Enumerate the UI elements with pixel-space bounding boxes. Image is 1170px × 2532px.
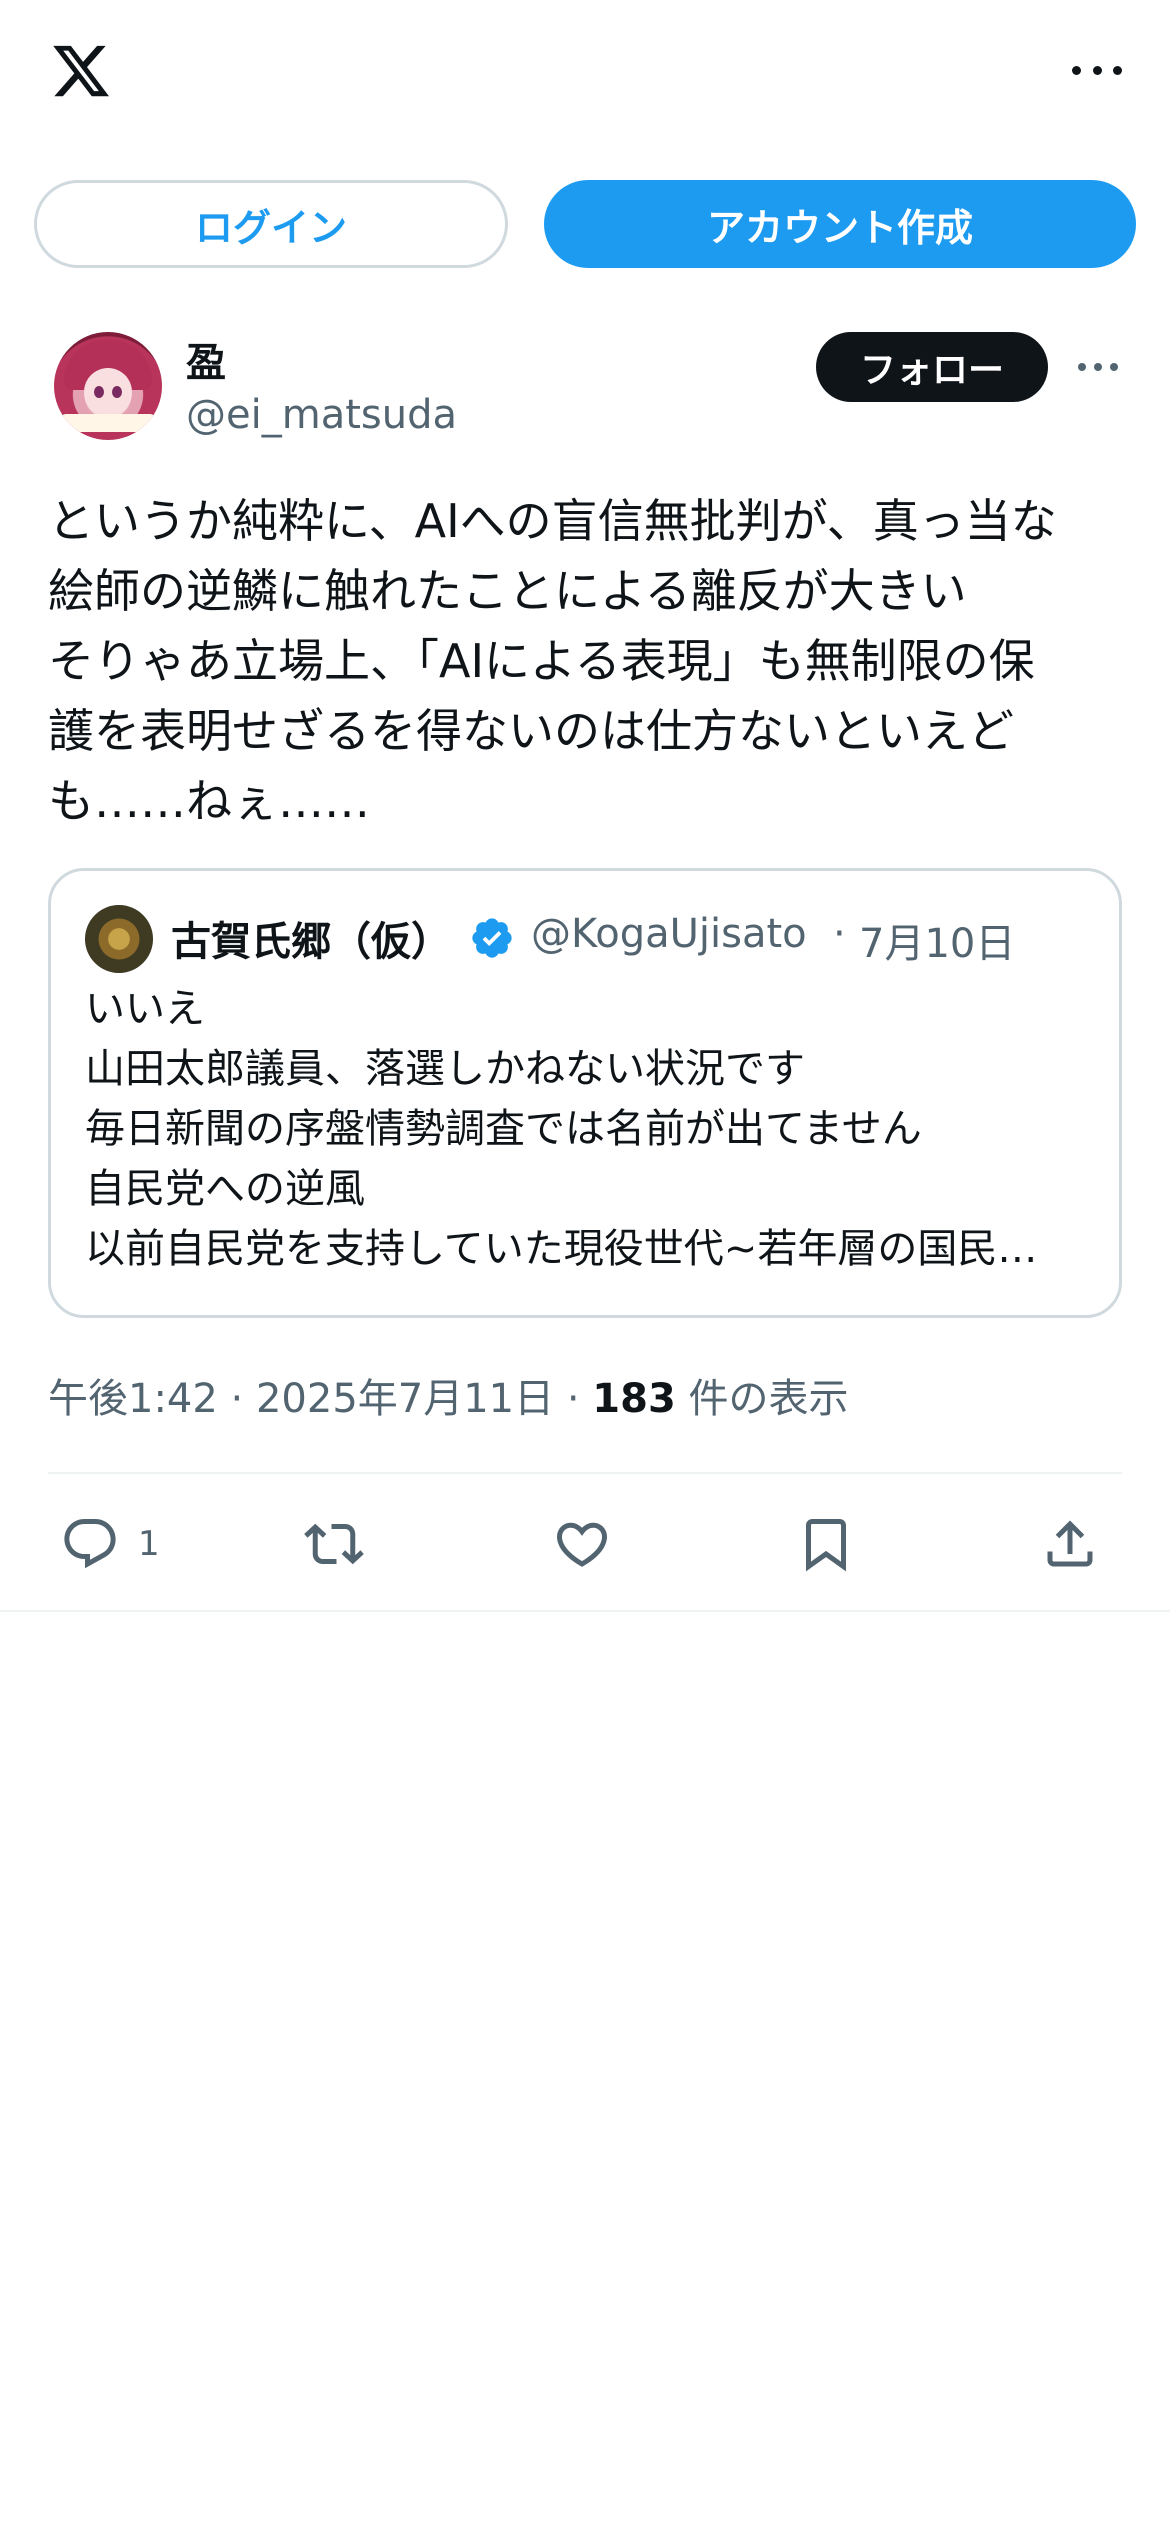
reply-count: 1: [138, 1524, 160, 1564]
share-button[interactable]: [1040, 1510, 1100, 1578]
reply-button[interactable]: 1: [60, 1510, 160, 1578]
retweet-button[interactable]: [304, 1510, 364, 1578]
like-icon: [556, 1522, 608, 1567]
view-count: 183: [592, 1376, 676, 1422]
post-time[interactable]: 午後1:42: [48, 1376, 218, 1422]
x-logo-icon[interactable]: [48, 40, 114, 102]
quote-author-handle: @KogaUjisato: [531, 911, 807, 957]
bookmark-icon: [806, 1519, 846, 1572]
login-button[interactable]: ログイン: [34, 180, 508, 268]
action-bar: 1: [0, 1510, 1170, 1578]
quote-avatar: [85, 905, 153, 973]
verified-badge-icon: [472, 918, 512, 958]
top-bar: [0, 0, 1170, 150]
author-name[interactable]: 盈: [186, 330, 226, 388]
quote-line: 山田太郎議員、落選しかねない状況です: [85, 1046, 805, 1092]
bookmark-button[interactable]: [796, 1510, 856, 1578]
quote-date: 7月10日: [859, 921, 1016, 967]
post-meta: 午後1:42 · 2025年7月11日 · 183 件の表示: [48, 1366, 849, 1424]
quote-text: いいえ 山田太郎議員、落選しかねない状況です 毎日新聞の序盤情勢調査では名前が出…: [85, 979, 1095, 1279]
separator-dot: ·: [230, 1376, 244, 1422]
quote-line: 自民党への逆風: [85, 1166, 365, 1212]
create-account-button[interactable]: アカウント作成: [544, 180, 1136, 268]
divider: [0, 1610, 1170, 1612]
view-label: 件の表示: [688, 1376, 849, 1422]
quote-line: 毎日新聞の序盤情勢調査では名前が出てません: [85, 1106, 922, 1152]
like-button[interactable]: [552, 1510, 612, 1578]
author-handle[interactable]: @ei_matsuda: [186, 392, 457, 438]
quote-line: 以前自民党を支持していた現役世代~若年層の国民…: [85, 1226, 1038, 1272]
quote-line: いいえ: [85, 986, 205, 1032]
divider: [48, 1472, 1122, 1474]
quote-author-name: 古賀氏郷（仮）: [171, 919, 451, 965]
post-text: というか純粋に、AIへの盲信無批判が、真っ当な 絵師の逆鱗に触れたことによる離反…: [48, 494, 1057, 828]
post-date[interactable]: 2025年7月11日: [256, 1376, 554, 1422]
reply-icon: [64, 1519, 116, 1569]
separator-dot: ·: [566, 1376, 580, 1422]
separator-dot: ·: [833, 911, 846, 957]
quoted-post[interactable]: 古賀氏郷（仮） @KogaUjisato · 7月10日 いいえ 山田太郎議員、…: [48, 868, 1122, 1318]
avatar[interactable]: [54, 332, 162, 440]
share-icon: [1047, 1520, 1093, 1567]
retweet-icon: [304, 1523, 364, 1565]
follow-button[interactable]: フォロー: [816, 332, 1048, 402]
post-more-icon[interactable]: [1078, 360, 1118, 374]
more-horizontal-icon[interactable]: [1072, 60, 1122, 80]
